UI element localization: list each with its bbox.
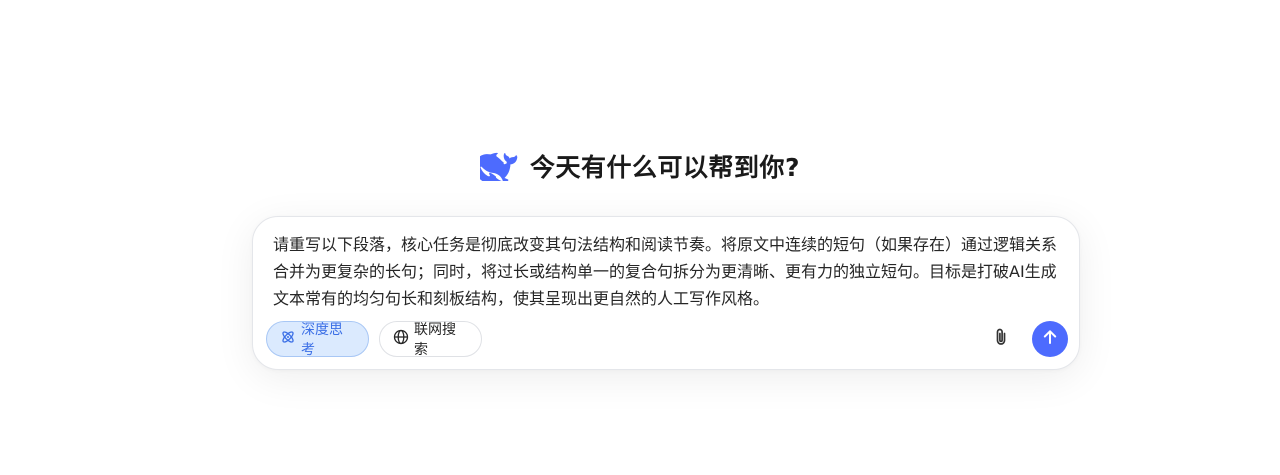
- greeting-title: 今天有什么可以帮到你?: [529, 153, 800, 182]
- chat-composer: 请重写以下段落，核心任务是彻底改变其句法结构和阅读节奏。将原文中连续的短句（如果…: [252, 216, 1080, 370]
- paperclip-icon: [992, 327, 1010, 351]
- globe-icon: [393, 329, 409, 349]
- send-button[interactable]: [1032, 321, 1068, 357]
- atom-icon: [280, 329, 296, 349]
- greeting-header: 今天有什么可以帮到你?: [0, 144, 1280, 188]
- web-search-label: 联网搜索: [414, 322, 456, 358]
- deep-think-label: 深度思考: [301, 322, 343, 358]
- deep-think-toggle[interactable]: 深度思考: [266, 321, 369, 358]
- web-search-toggle[interactable]: 联网搜索: [379, 321, 482, 358]
- arrow-up-icon: [1041, 328, 1059, 350]
- chat-home: 今天有什么可以帮到你? 请重写以下段落，核心任务是彻底改变其句法结构和阅读节奏。…: [0, 0, 1280, 475]
- attach-file-button[interactable]: [989, 327, 1013, 351]
- message-input[interactable]: 请重写以下段落，核心任务是彻底改变其句法结构和阅读节奏。将原文中连续的短句（如果…: [273, 231, 1065, 312]
- deepseek-logo-icon: [479, 151, 518, 181]
